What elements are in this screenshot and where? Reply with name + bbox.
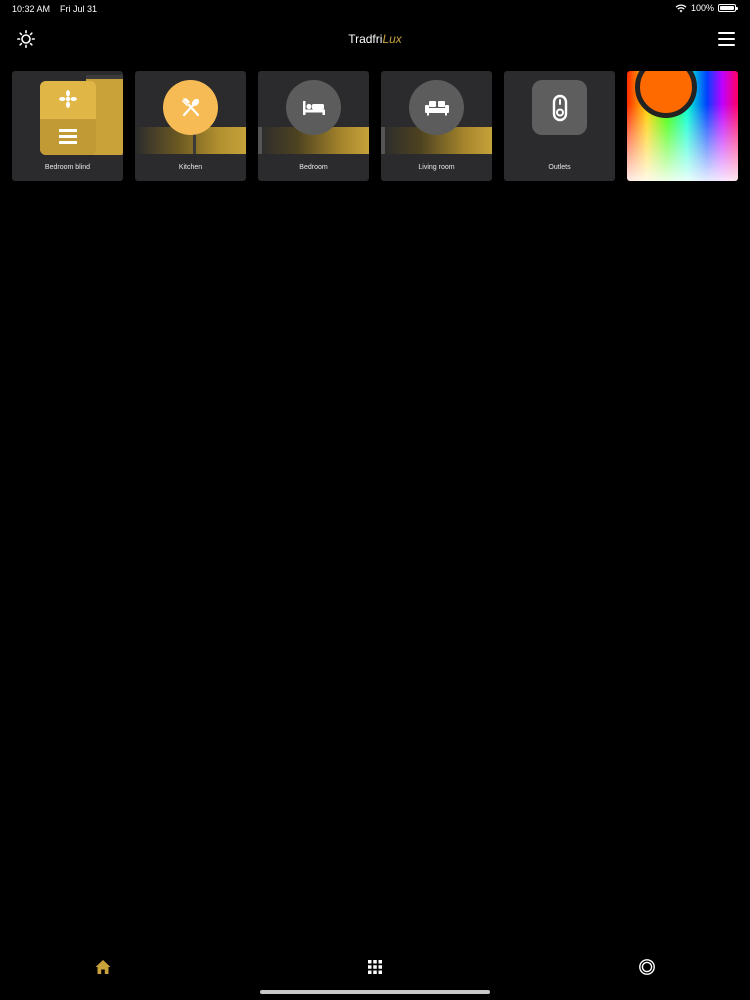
tile-bedroom-blind[interactable]: Bedroom blind [12, 71, 123, 181]
color-picker[interactable] [627, 71, 738, 181]
bedroom-toggle[interactable] [286, 80, 341, 135]
app-title-accent: Lux [382, 32, 402, 46]
tile-living-room[interactable]: Living room [381, 71, 492, 181]
status-bar: 10:32 AM Fri Jul 31 100% [0, 0, 750, 18]
color-picker-knob[interactable] [635, 71, 697, 118]
outlets-toggle[interactable] [532, 80, 587, 135]
tile-kitchen[interactable]: Kitchen [135, 71, 246, 181]
wifi-icon [675, 3, 687, 12]
tab-bar [0, 952, 750, 982]
grid-icon[interactable] [366, 958, 384, 976]
hamburger-menu-icon[interactable] [718, 32, 735, 46]
status-time: 10:32 AM [12, 4, 51, 14]
tile-label: Kitchen [178, 164, 203, 171]
battery-percent: 100% [690, 3, 714, 13]
fan-icon [59, 90, 77, 108]
blind-slats-icon [59, 129, 77, 144]
kitchen-toggle[interactable] [163, 80, 218, 135]
bed-icon [302, 100, 325, 115]
app-title-main: Tradfri [348, 32, 383, 46]
home-indicator[interactable] [260, 990, 490, 994]
utensils-icon [181, 97, 199, 116]
outlet-icon [552, 94, 567, 121]
app-header: TradfriLux [0, 24, 750, 54]
tile-label: Bedroom blind [44, 164, 91, 171]
status-right: 100% [675, 3, 738, 13]
circle-icon[interactable] [638, 958, 656, 976]
app-title: TradfriLux [0, 32, 750, 46]
living-room-toggle[interactable] [409, 80, 464, 135]
home-icon[interactable] [94, 958, 112, 976]
tile-label: Living room [418, 164, 455, 171]
tile-label: Bedroom [299, 164, 328, 171]
blind-icon [40, 81, 96, 155]
tile-label: Outlets [548, 164, 571, 171]
battery-icon [718, 4, 738, 12]
tile-bedroom[interactable]: Bedroom [258, 71, 369, 181]
status-date: Fri Jul 31 [60, 4, 98, 14]
tile-outlets[interactable]: Outlets [504, 71, 615, 181]
sofa-icon [424, 100, 449, 115]
